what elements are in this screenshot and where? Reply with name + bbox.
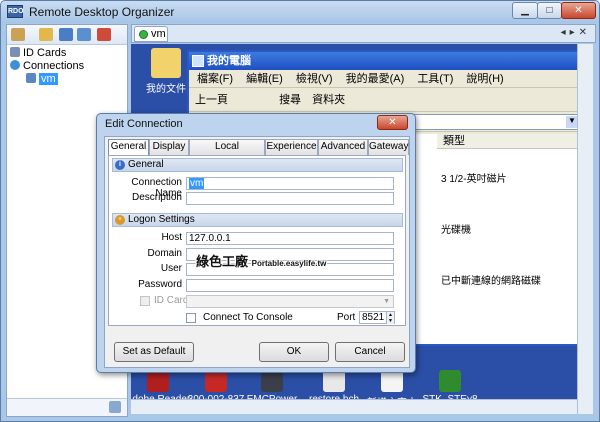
tab-advanced[interactable]: Advanced <box>318 139 368 155</box>
tree-item-id-cards[interactable]: ID Cards <box>10 47 127 60</box>
dialog-close-button[interactable]: ✕ <box>377 115 408 130</box>
minimize-button[interactable]: ▁ <box>512 2 538 19</box>
general-group-header: i General <box>112 158 403 172</box>
explorer-titlebar[interactable]: 我的電腦 <box>189 52 585 70</box>
password-label: Password <box>138 279 182 290</box>
tree-item-connections[interactable]: Connections <box>10 60 127 73</box>
menu-help[interactable]: 說明(H) <box>466 73 503 85</box>
computer-icon <box>26 73 36 83</box>
menu-favorites[interactable]: 我的最愛(A) <box>346 73 405 85</box>
cancel-button[interactable]: Cancel <box>335 342 405 362</box>
edit-connection-dialog: Edit Connection ✕ General Display Local … <box>96 113 416 373</box>
tree-toolbar <box>7 25 127 45</box>
connect-icon[interactable] <box>59 28 73 41</box>
menu-tools[interactable]: 工具(T) <box>417 73 453 85</box>
host-label: Host <box>161 232 182 243</box>
port-stepper-icon[interactable]: ▲ ▼ <box>386 312 394 324</box>
delete-icon[interactable] <box>97 28 111 41</box>
id-card-checkbox[interactable] <box>140 296 150 306</box>
list-item[interactable]: 已中斷連線的網路磁碟 <box>441 272 541 287</box>
site-watermark: 綠色工廠 Portable.easylife.tw <box>196 254 327 269</box>
explorer-menubar: 檔案(F) 編輯(E) 檢視(V) 我的最愛(A) 工具(T) 說明(H) <box>189 70 585 88</box>
description-input[interactable] <box>186 192 394 205</box>
port-label: Port <box>337 312 356 323</box>
horizontal-scrollbar[interactable] <box>131 399 577 414</box>
connect-console-label: Connect To Console <box>203 312 293 323</box>
list-item[interactable]: 光碟機 <box>441 221 471 236</box>
globe-icon <box>10 60 20 70</box>
my-computer-icon <box>192 55 204 67</box>
tab-local-resources[interactable]: Local Resources <box>189 139 265 166</box>
general-tab-content: i General Connection Name vm Description … <box>108 155 406 326</box>
logon-group-header: ⚬ Logon Settings <box>112 213 403 227</box>
back-button[interactable]: 上一頁 <box>195 94 228 106</box>
dialog-title: Edit Connection <box>105 118 183 130</box>
connect-console-checkbox[interactable] <box>186 313 196 323</box>
host-input[interactable]: 127.0.0.1 <box>186 232 394 245</box>
description-label: Description <box>131 192 182 203</box>
column-header-type[interactable]: 類型 <box>437 134 585 149</box>
app-icon: RDO <box>7 5 24 18</box>
properties-icon[interactable] <box>77 28 91 41</box>
desktop-icon-script[interactable]: script <box>415 328 485 339</box>
tab-navigation-controls[interactable]: ◂▸✕ <box>561 27 591 38</box>
window-title: Remote Desktop Organizer <box>29 5 175 19</box>
tab-gateway[interactable]: Gateway <box>368 139 409 155</box>
info-icon: i <box>115 160 125 170</box>
session-tabbar: vm ◂▸✕ <box>131 24 596 43</box>
menu-file[interactable]: 檔案(F) <box>197 73 233 85</box>
connected-status-icon <box>139 30 148 39</box>
folders-button[interactable]: 資料夾 <box>312 94 345 106</box>
app-icon <box>261 370 283 392</box>
set-as-default-button[interactable]: Set as Default <box>114 342 194 362</box>
user-label: User <box>160 263 182 274</box>
id-card-label: ID Card <box>154 295 189 306</box>
tree-item-vm[interactable]: vm <box>10 73 127 86</box>
new-folder-icon[interactable] <box>39 28 53 41</box>
password-input[interactable] <box>186 279 394 292</box>
title-bar[interactable]: RDO Remote Desktop Organizer ▁ □ ✕ <box>1 1 599 23</box>
close-button[interactable]: ✕ <box>561 2 596 19</box>
id-card-icon <box>10 47 20 57</box>
remote-desktop-organizer-window: RDO Remote Desktop Organizer ▁ □ ✕ ID Ca… <box>0 0 600 422</box>
ok-button[interactable]: OK <box>259 342 329 362</box>
folder-icon <box>151 48 181 78</box>
session-tab-vm[interactable]: vm <box>134 26 168 42</box>
chevron-down-icon: ▼ <box>383 298 390 305</box>
pane-status-bar <box>7 398 127 416</box>
maximize-button[interactable]: □ <box>537 2 562 19</box>
text-file-icon <box>381 370 403 392</box>
menu-edit[interactable]: 編輯(E) <box>246 73 283 85</box>
settings-icon[interactable] <box>109 401 121 413</box>
pdf-icon <box>205 370 227 392</box>
id-card-select[interactable]: ▼ <box>186 295 394 308</box>
search-button[interactable]: 搜尋 <box>279 94 301 106</box>
connections-tree: ID Cards Connections vm <box>7 45 127 86</box>
tab-display[interactable]: Display <box>149 139 189 155</box>
menu-view[interactable]: 檢視(V) <box>296 73 333 85</box>
vertical-scrollbar[interactable] <box>577 44 593 414</box>
tab-experience[interactable]: Experience <box>265 139 318 155</box>
domain-label: Domain <box>147 248 182 259</box>
explorer-toolbar: 上一頁 搜尋 資料夾 <box>189 88 585 112</box>
new-connection-icon[interactable] <box>11 28 25 41</box>
connection-name-input[interactable]: vm <box>186 177 394 190</box>
stk-icon <box>439 370 461 392</box>
adobe-icon <box>147 370 169 392</box>
list-item[interactable]: 3 1/2-英吋磁片 <box>441 170 507 185</box>
port-input[interactable]: 8521 ▲ ▼ <box>359 311 395 324</box>
user-icon: ⚬ <box>115 215 125 225</box>
file-icon <box>323 370 345 392</box>
tab-general[interactable]: General <box>108 139 149 156</box>
